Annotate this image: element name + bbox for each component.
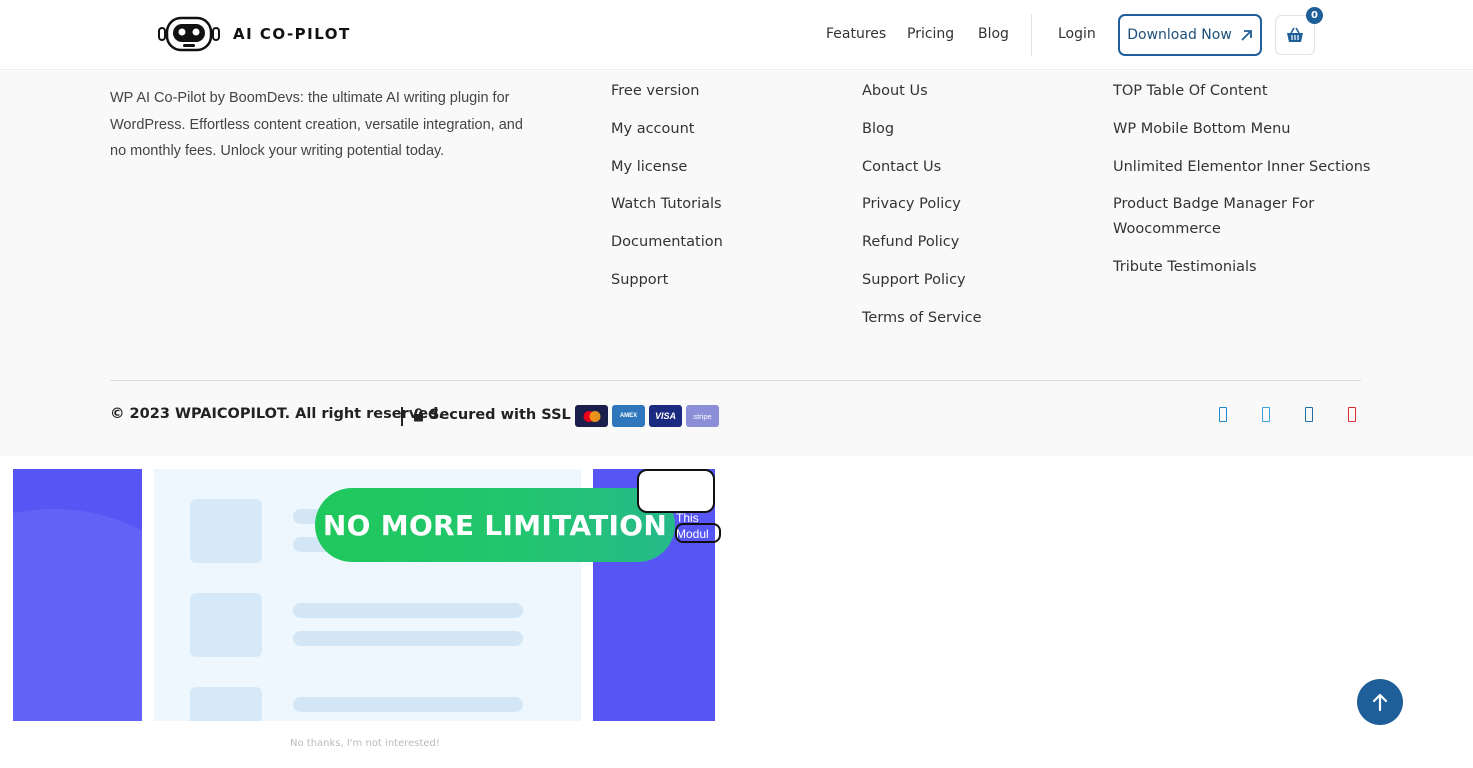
site-footer: WP AI Co-Pilot by BoomDevs: the ultimate…: [0, 71, 1473, 456]
nav-divider: [1031, 14, 1032, 56]
footer-link[interactable]: Product Badge Manager For Woocommerce: [1113, 192, 1323, 241]
footer-links-company: About Us Blog Contact Us Privacy Policy …: [862, 79, 1082, 344]
download-now-button[interactable]: Download Now: [1118, 14, 1262, 56]
footer-link[interactable]: Terms of Service: [862, 306, 1082, 331]
facebook-icon[interactable]: [1219, 407, 1227, 422]
footer-link[interactable]: Support: [611, 268, 831, 293]
footer-link[interactable]: Unlimited Elementor Inner Sections: [1113, 155, 1373, 180]
cart-count-badge: 0: [1306, 7, 1323, 24]
ssl-text: Secured with SSL: [429, 407, 571, 423]
footer-link[interactable]: TOP Table Of Content: [1113, 79, 1373, 104]
footer-link[interactable]: Refund Policy: [862, 230, 1082, 255]
footer-link[interactable]: Contact Us: [862, 155, 1082, 180]
footer-link[interactable]: Free version: [611, 79, 831, 104]
footer-link[interactable]: Watch Tutorials: [611, 192, 831, 217]
footer-links-account: Free version My account My license Watch…: [611, 79, 831, 306]
footer-link[interactable]: About Us: [862, 79, 1082, 104]
footer-link[interactable]: Support Policy: [862, 268, 1082, 293]
footer-link[interactable]: Documentation: [611, 230, 831, 255]
arrow-up-icon: [1372, 693, 1388, 711]
separator: [401, 407, 403, 426]
amex-icon: AMEX: [612, 405, 645, 427]
footer-link[interactable]: Tribute Testimonials: [1113, 255, 1373, 280]
site-header: AI CO-PILOT Features Pricing Blog Login …: [0, 0, 1473, 70]
mockup-thumbnail: [190, 687, 262, 721]
logo-text: AI CO-PILOT: [233, 25, 351, 43]
arrow-up-right-icon: [1241, 29, 1252, 41]
visa-icon: VISA: [649, 405, 682, 427]
download-label: Download Now: [1127, 27, 1232, 43]
stripe-icon: stripe: [686, 405, 719, 427]
logo[interactable]: AI CO-PILOT: [157, 16, 351, 52]
mockup-line: [293, 697, 523, 712]
speech-bubble: [637, 469, 715, 513]
mockup-thumbnail: [190, 593, 262, 657]
twitter-icon[interactable]: [1262, 407, 1270, 422]
footer-link[interactable]: Privacy Policy: [862, 192, 1082, 217]
footer-link[interactable]: WP Mobile Bottom Menu: [1113, 117, 1373, 142]
nav-blog[interactable]: Blog: [978, 26, 1009, 42]
dismiss-link[interactable]: No thanks, I'm not interested!: [290, 738, 440, 749]
mockup-thumbnail: [190, 499, 262, 563]
nav-features[interactable]: Features: [826, 26, 886, 42]
youtube-icon[interactable]: [1348, 407, 1356, 422]
payment-cards: AMEX VISA stripe: [575, 405, 719, 427]
ssl-badge: Secured with SSL: [413, 407, 571, 423]
basket-icon: [1287, 27, 1303, 42]
footer-link[interactable]: Blog: [862, 117, 1082, 142]
nav-pricing[interactable]: Pricing: [907, 26, 954, 42]
copyright-text: © 2023 WPAICOPILOT. All right reserved.: [110, 406, 444, 422]
footer-links-products: TOP Table Of Content WP Mobile Bottom Me…: [1113, 79, 1373, 292]
footer-link[interactable]: My license: [611, 155, 831, 180]
mockup-line: [293, 631, 523, 646]
footer-divider: [110, 380, 1361, 381]
lock-icon: [414, 408, 423, 422]
robot-logo-icon: [158, 16, 220, 52]
footer-about-text: WP AI Co-Pilot by BoomDevs: the ultimate…: [110, 90, 523, 159]
bubble-tail: [675, 523, 721, 543]
mockup-line: [293, 603, 523, 618]
linkedin-icon[interactable]: [1305, 407, 1313, 422]
footer-link[interactable]: My account: [611, 117, 831, 142]
mastercard-icon: [575, 405, 608, 427]
promo-banner[interactable]: NO MORE LIMITATION: [315, 488, 675, 562]
nav-login[interactable]: Login: [1058, 26, 1096, 42]
scroll-to-top-button[interactable]: [1357, 679, 1403, 725]
